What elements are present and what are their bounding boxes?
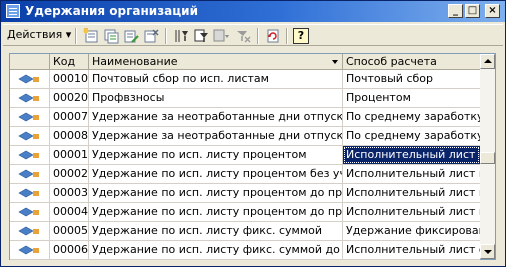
catalog-item-icon — [18, 93, 40, 103]
vertical-scrollbar[interactable] — [480, 54, 495, 259]
cell-method: По среднему заработку... — [346, 110, 480, 123]
cell-code: 00001 — [50, 146, 89, 164]
scroll-down-button[interactable] — [480, 244, 495, 259]
filter-set-icon[interactable] — [193, 28, 209, 44]
cell-name: Удержание по исп. листу процентом — [89, 146, 343, 164]
table-row[interactable]: 00005 Удержание по исп. листу фикс. сумм… — [10, 222, 480, 241]
catalog-item-icon — [18, 226, 40, 236]
filter-icon[interactable] — [173, 28, 189, 44]
catalog-item-icon — [18, 112, 40, 122]
copy-icon[interactable] — [103, 28, 119, 44]
scroll-thumb[interactable] — [480, 152, 495, 164]
scroll-up-button[interactable] — [480, 54, 495, 69]
cell-method: Исполнительный лист п... — [343, 146, 480, 164]
toolbar-divider — [75, 28, 77, 44]
minimize-button[interactable]: _ — [448, 4, 463, 18]
table-body: 00010 Почтовый сбор по исп. листам Почто… — [10, 70, 480, 260]
edit-icon[interactable] — [123, 28, 139, 44]
column-header-name-label: Наименование — [92, 55, 178, 68]
cell-code: 00008 — [50, 127, 89, 145]
cell-name: Удержание за неотработанные дни отпуска … — [89, 127, 343, 145]
cell-name: Удержание по исп. листу процентом до пре… — [89, 184, 343, 202]
cell-method: Исполнительный лист п... — [346, 186, 480, 199]
filter-clear-icon[interactable] — [235, 28, 251, 44]
catalog-item-icon — [18, 207, 40, 217]
table-row[interactable]: 00003 Удержание по исп. листу процентом … — [10, 184, 480, 203]
chevron-up-icon — [484, 59, 492, 63]
cell-code: 00004 — [50, 203, 89, 221]
refresh-icon[interactable] — [265, 28, 281, 44]
cell-method: Исполнительный лист ф... — [346, 243, 480, 256]
table-header: Код Наименование Способ расчета — [10, 54, 480, 70]
window: Удержания организаций _ □ × Действия ▾ ?… — [0, 0, 506, 267]
actions-menu-button[interactable]: Действия ▾ — [7, 28, 71, 41]
table-row[interactable]: 00020 Профвзносы Процентом — [10, 89, 480, 108]
catalog-item-icon — [18, 131, 40, 141]
cell-code: 00002 — [50, 165, 89, 183]
close-button[interactable]: × — [485, 4, 500, 18]
table-row[interactable]: 00007 Удержание за неотработанные дни от… — [10, 108, 480, 127]
filter-dropdown-icon[interactable] — [213, 28, 229, 44]
toolbar-divider — [286, 28, 288, 44]
title-bar[interactable]: Удержания организаций _ □ × — [1, 1, 505, 22]
cell-method: Почтовый сбор — [346, 72, 433, 85]
cell-name: Профвзносы — [89, 89, 343, 107]
cell-code: 00005 — [50, 222, 89, 240]
cell-name: Удержание по исп. листу процентом без уч… — [89, 165, 343, 183]
delete-icon[interactable] — [143, 28, 159, 44]
cell-method: Удержание фиксирован... — [346, 224, 480, 237]
cell-method: Исполнительный лист п... — [346, 167, 480, 180]
table-row[interactable]: 00008 Удержание за неотработанные дни от… — [10, 127, 480, 146]
chevron-down-icon: ▾ — [65, 28, 72, 41]
cell-name: Почтовый сбор по исп. листам — [89, 70, 343, 88]
toolbar: Действия ▾ ? — [3, 24, 503, 46]
cell-method: Исполнительный лист п... — [346, 205, 480, 218]
table-row[interactable]: 00010 Почтовый сбор по исп. листам Почто… — [10, 70, 480, 89]
cell-code: 00006 — [50, 241, 89, 259]
toolbar-divider — [165, 28, 167, 44]
table-row[interactable]: 00004 Удержание по исп. листу процентом … — [10, 203, 480, 222]
sort-descending-icon — [332, 60, 338, 64]
window-title: Удержания организаций — [25, 4, 198, 18]
actions-label: Действия — [7, 28, 63, 41]
cell-name: Удержание по исп. листу фикс. суммой до … — [89, 241, 343, 259]
cell-method: По среднему заработку... — [346, 129, 480, 142]
cell-code: 00007 — [50, 108, 89, 126]
column-header-icon[interactable] — [10, 54, 50, 70]
table-row[interactable]: 00002 Удержание по исп. листу процентом … — [10, 165, 480, 184]
catalog-item-icon — [18, 150, 40, 160]
catalog-icon — [6, 4, 20, 18]
catalog-item-icon — [18, 245, 40, 255]
column-header-code[interactable]: Код — [50, 54, 89, 70]
add-icon[interactable] — [83, 28, 99, 44]
column-header-name[interactable]: Наименование — [89, 54, 343, 70]
cell-name: Удержание по исп. листу процентом до пре… — [89, 203, 343, 221]
cell-name: Удержание за неотработанные дни отпуска … — [89, 108, 343, 126]
cell-name: Удержание по исп. листу фикс. суммой — [89, 222, 343, 240]
catalog-item-icon — [18, 169, 40, 179]
table-row-selected[interactable]: 00001 Удержание по исп. листу процентом … — [10, 146, 480, 165]
cell-method: Процентом — [346, 91, 411, 104]
maximize-button[interactable]: □ — [465, 4, 480, 18]
cell-code: 00003 — [50, 184, 89, 202]
chevron-down-icon — [484, 250, 492, 254]
catalog-item-icon — [18, 188, 40, 198]
help-icon[interactable]: ? — [293, 28, 309, 44]
cell-code: 00010 — [50, 70, 89, 88]
catalog-table: Код Наименование Способ расчета 00010 По… — [9, 53, 496, 260]
toolbar-divider — [257, 28, 259, 44]
column-header-method[interactable]: Способ расчета — [343, 54, 480, 70]
table-row[interactable]: 00006 Удержание по исп. листу фикс. сумм… — [10, 241, 480, 260]
cell-code: 00020 — [50, 89, 89, 107]
catalog-item-icon — [18, 74, 40, 84]
